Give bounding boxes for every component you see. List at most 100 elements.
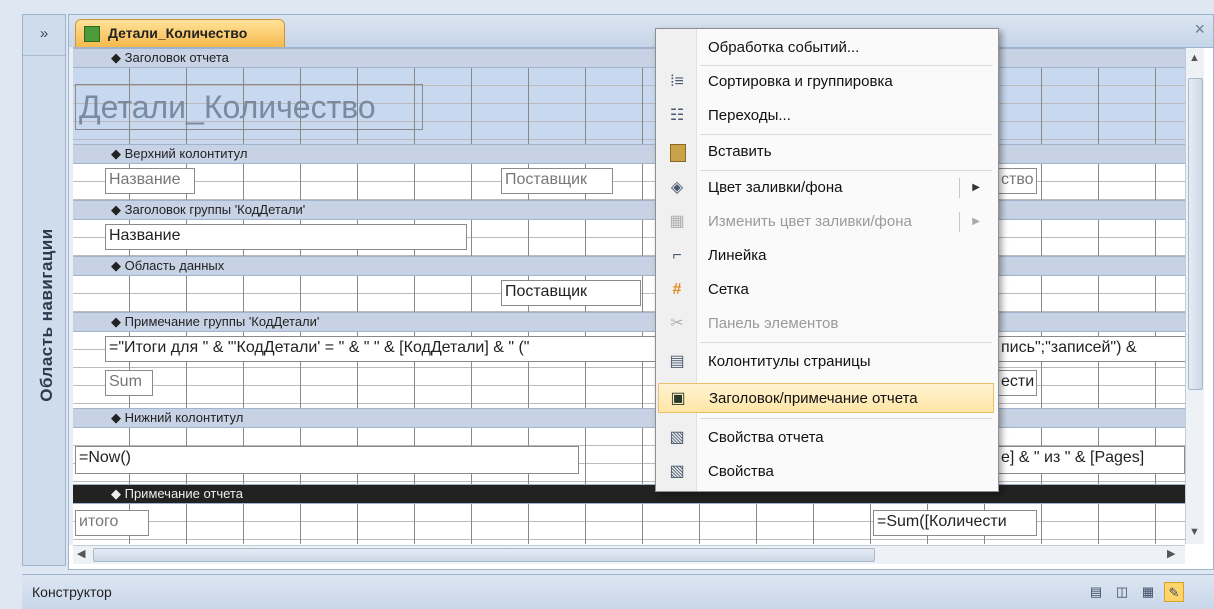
band-page-header[interactable]: Название Поставщик ство <box>73 164 1185 200</box>
section-label: Заголовок отчета <box>124 50 229 65</box>
section-report-footer[interactable]: ◆ Примечание отчета <box>73 484 1185 504</box>
menu-item-label: Свойства <box>708 463 774 480</box>
menu-item-tab-order[interactable]: ☷ Переходы... <box>658 101 994 131</box>
menu-item-report-properties[interactable]: ▧ Свойства отчета <box>658 423 994 453</box>
sum-label[interactable]: Sum <box>105 370 153 396</box>
close-icon[interactable]: × <box>1194 19 1205 40</box>
report-canvas[interactable]: ◆ Заголовок отчета Детали_Количество ◆ В… <box>73 48 1185 544</box>
section-report-header[interactable]: ◆ Заголовок отчета <box>73 48 1185 68</box>
design-view-icon[interactable]: ✎ <box>1164 582 1184 602</box>
menu-separator <box>700 342 992 343</box>
menu-separator <box>700 170 992 171</box>
group-summary-expression[interactable]: ="Итоги для " & "'КодДетали' = " & " " &… <box>105 336 657 362</box>
name-column-label[interactable]: Название <box>105 168 195 194</box>
menu-item-grid[interactable]: # Сетка <box>658 275 994 305</box>
section-group-footer[interactable]: ◆ Примечание группы 'КодДетали' <box>73 312 1185 332</box>
vertical-scrollbar[interactable]: ▲ ▼ <box>1185 48 1204 544</box>
sort-group-icon: ⁞≡ <box>670 73 684 90</box>
nav-pane-toggle-button[interactable]: » <box>23 15 65 56</box>
name-field-textbox[interactable]: Название <box>105 224 467 250</box>
section-marker-icon: ◆ <box>111 314 125 329</box>
menu-item-sort-group[interactable]: ⁞≡ Сортировка и группировка <box>658 67 994 97</box>
fill-color-icon: ◈ <box>670 179 684 196</box>
scroll-down-icon[interactable]: ▼ <box>1189 526 1200 538</box>
menu-item-label: Сетка <box>708 281 749 298</box>
paste-icon <box>670 144 686 162</box>
document-tab-bar: Детали_Количество × <box>69 15 1213 48</box>
tab-order-icon: ☷ <box>669 107 685 124</box>
quantity-sum-textbox[interactable]: ести <box>997 370 1037 396</box>
band-page-footer[interactable]: =Now() e] & " из " & [Pages] <box>73 428 1185 484</box>
report-header-footer-icon: ▣ <box>670 390 686 407</box>
quantity-column-label[interactable]: ство <box>997 168 1037 194</box>
section-page-footer[interactable]: ◆ Нижний колонтитул <box>73 408 1185 428</box>
scroll-left-icon[interactable]: ◀ <box>77 547 85 560</box>
menu-item-label: Колонтитулы страницы <box>708 353 871 370</box>
quantity-total-textbox[interactable]: =Sum([Количести <box>873 510 1037 536</box>
report-designer-window: Детали_Количество × ◆ Заголовок отчета Д… <box>68 14 1214 570</box>
scroll-up-icon[interactable]: ▲ <box>1189 52 1200 64</box>
menu-item-fill-color[interactable]: ◈ Цвет заливки/фона ▶ <box>658 173 994 203</box>
menu-item-label: Панель элементов <box>708 315 839 332</box>
section-page-header[interactable]: ◆ Верхний колонтитул <box>73 144 1185 164</box>
status-text: Конструктор <box>32 584 112 600</box>
section-detail[interactable]: ◆ Область данных <box>73 256 1185 276</box>
menu-item-label: Переходы... <box>708 107 791 124</box>
report-title-label[interactable]: Детали_Количество <box>75 84 423 130</box>
now-expression-textbox[interactable]: =Now() <box>75 446 579 474</box>
menu-item-ruler[interactable]: ⌐ Линейка <box>658 241 994 271</box>
menu-item-label: Свойства отчета <box>708 429 824 446</box>
submenu-arrow-icon[interactable]: ▶ <box>972 207 980 237</box>
band-report-footer[interactable]: итого =Sum([Количести <box>73 504 1185 544</box>
report-view-icon[interactable]: ▤ <box>1086 582 1106 602</box>
menu-item-properties[interactable]: ▧ Свойства <box>658 457 994 487</box>
supplier-column-label[interactable]: Поставщик <box>501 168 613 194</box>
status-bar: Конструктор ▤ ◫ ▦ ✎ <box>22 574 1214 609</box>
menu-item-toolbox[interactable]: ✂ Панель элементов <box>658 309 994 339</box>
horizontal-scroll-thumb[interactable] <box>93 548 875 562</box>
section-marker-icon: ◆ <box>111 202 125 217</box>
group-summary-expression-end[interactable]: пись";"записей") & <box>997 336 1185 362</box>
band-group-header[interactable]: Название <box>73 220 1185 256</box>
band-report-header[interactable]: Детали_Количество <box>73 68 1185 144</box>
scroll-right-icon[interactable]: ▶ <box>1167 547 1175 560</box>
section-group-header[interactable]: ◆ Заголовок группы 'КодДетали' <box>73 200 1185 220</box>
grid-icon: # <box>672 281 682 298</box>
menu-item-label: Цвет заливки/фона <box>708 179 843 196</box>
toolbox-icon: ✂ <box>670 315 684 332</box>
tab-report[interactable]: Детали_Количество <box>75 19 285 47</box>
menu-separator <box>700 134 992 135</box>
section-label: Нижний колонтитул <box>124 410 244 425</box>
menu-item-event-builder[interactable]: Обработка событий... <box>658 33 994 63</box>
horizontal-scrollbar[interactable]: ◀ ▶ <box>73 545 1185 564</box>
nav-pane-label[interactable]: Область навигации <box>37 215 57 415</box>
report-properties-icon: ▧ <box>669 429 685 446</box>
navigation-pane[interactable]: » Область навигации <box>22 14 66 566</box>
context-menu: Обработка событий... ⁞≡ Сортировка и гру… <box>655 28 999 492</box>
layout-view-icon[interactable]: ▦ <box>1138 582 1158 602</box>
total-label[interactable]: итого <box>75 510 149 536</box>
report-icon <box>84 26 100 42</box>
band-group-footer[interactable]: ="Итоги для " & "'КодДетали' = " & " " &… <box>73 332 1185 408</box>
menu-separator <box>700 65 992 66</box>
submenu-divider <box>959 178 960 198</box>
section-label: Верхний колонтитул <box>124 146 248 161</box>
menu-separator <box>700 418 992 419</box>
menu-item-report-header-footer[interactable]: ▣ Заголовок/примечание отчета <box>658 383 994 413</box>
menu-item-alt-fill-color[interactable]: ▦ Изменить цвет заливки/фона ▶ <box>658 207 994 237</box>
vertical-scroll-thumb[interactable] <box>1188 78 1203 390</box>
pages-expression-textbox[interactable]: e] & " из " & [Pages] <box>997 446 1185 474</box>
properties-icon: ▧ <box>669 463 685 480</box>
menu-item-paste[interactable]: Вставить <box>658 137 994 167</box>
section-label: Примечание отчета <box>124 486 243 501</box>
print-preview-icon[interactable]: ◫ <box>1112 582 1132 602</box>
section-marker-icon: ◆ <box>111 50 125 65</box>
supplier-field-textbox[interactable]: Поставщик <box>501 280 641 306</box>
page-header-footer-icon: ▤ <box>669 353 685 370</box>
menu-item-page-header-footer[interactable]: ▤ Колонтитулы страницы <box>658 347 994 377</box>
menu-item-label: Изменить цвет заливки/фона <box>708 213 912 230</box>
menu-item-label: Заголовок/примечание отчета <box>709 390 918 407</box>
submenu-arrow-icon[interactable]: ▶ <box>972 173 980 203</box>
band-detail[interactable]: Поставщик <box>73 276 1185 312</box>
section-label: Примечание группы 'КодДетали' <box>124 314 320 329</box>
